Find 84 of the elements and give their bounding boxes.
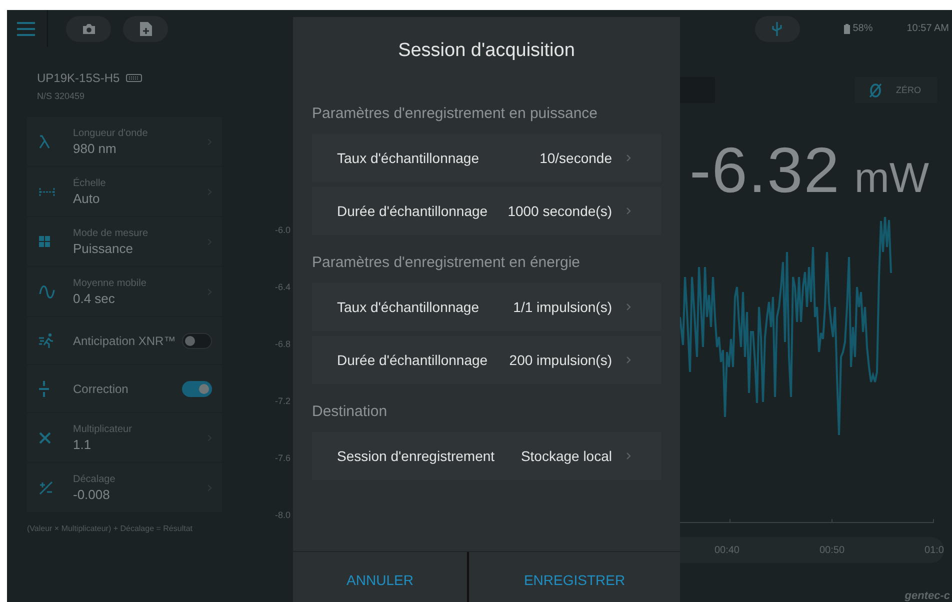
chevron-icon bbox=[626, 452, 631, 460]
zero-icon bbox=[869, 82, 882, 98]
setting-label: Anticipation XNR™ bbox=[73, 334, 177, 348]
setting-item[interactable]: Mode de mesure Puissance bbox=[27, 217, 222, 266]
setting-value: 1.1 bbox=[73, 436, 92, 452]
setting-item[interactable]: Correction bbox=[27, 365, 222, 412]
wave-icon bbox=[39, 284, 55, 298]
row-label: Durée d'échantillonnage bbox=[337, 203, 489, 219]
setting-item[interactable]: Multiplicateur 1.1 bbox=[27, 413, 222, 462]
toggle-switch[interactable] bbox=[182, 332, 212, 348]
row-label: Durée d'échantillonnage bbox=[337, 352, 489, 368]
setting-row[interactable]: Taux d'échantillonnage 1/1 impulsion(s) bbox=[312, 283, 661, 331]
section-heading: Paramètres d'enregistrement en énergie bbox=[312, 254, 582, 271]
row-value: 10/seconde bbox=[540, 150, 612, 166]
setting-label: Multiplicateur bbox=[73, 424, 133, 434]
chevron-icon bbox=[626, 303, 631, 311]
setting-row[interactable]: Taux d'échantillonnage 10/seconde bbox=[312, 134, 661, 182]
serial-number: N/S 320459 bbox=[36, 91, 86, 101]
x-tick-label: 00:40 bbox=[714, 544, 740, 556]
setting-row[interactable]: Durée d'échantillonnage 1000 seconde(s) bbox=[312, 187, 661, 235]
x-tick-label: 01:0 bbox=[924, 544, 944, 556]
setting-label: Longueur d'onde bbox=[73, 128, 149, 138]
runner-icon bbox=[39, 332, 55, 348]
setting-label: Mode de mesure bbox=[73, 228, 150, 238]
brand-logo: gentec-c bbox=[904, 590, 950, 602]
y-tick-label: -7.6 bbox=[275, 452, 292, 465]
y-tick-label: -6.0 bbox=[275, 224, 292, 237]
battery-icon bbox=[844, 24, 850, 34]
setting-item[interactable]: Décalage -0.008 bbox=[27, 463, 222, 512]
device-model: UP19K-15S-H5 bbox=[37, 71, 120, 85]
battery-level: 58% bbox=[852, 23, 873, 34]
y-tick-label: -6.8 bbox=[275, 338, 292, 351]
section-heading: Destination bbox=[312, 403, 388, 420]
multiply-icon bbox=[39, 432, 51, 444]
setting-item[interactable]: Échelle Auto bbox=[27, 167, 222, 216]
usb-button[interactable] bbox=[754, 16, 800, 42]
row-value: 1/1 impulsion(s) bbox=[513, 299, 612, 315]
grid-icon bbox=[39, 236, 50, 247]
setting-item[interactable]: Anticipation XNR™ bbox=[27, 317, 222, 364]
reading-value: -6.32 bbox=[689, 133, 840, 207]
chevron-icon bbox=[626, 356, 631, 364]
setting-label: Moyenne mobile bbox=[73, 278, 148, 288]
menu-icon[interactable] bbox=[17, 22, 35, 36]
setting-label: Décalage bbox=[73, 474, 116, 484]
setting-item[interactable]: Longueur d'onde 980 nm bbox=[27, 117, 222, 166]
y-tick-label: -8.0 bbox=[275, 509, 292, 522]
camera-icon bbox=[82, 22, 96, 34]
range-icon bbox=[39, 188, 55, 196]
setting-value: 980 nm bbox=[73, 140, 118, 156]
setting-value: -0.008 bbox=[73, 486, 111, 502]
setting-row[interactable]: Durée d'échantillonnage 200 impulsion(s) bbox=[312, 336, 661, 384]
usb-icon bbox=[772, 20, 782, 36]
lambda-icon bbox=[39, 134, 50, 148]
plus-minus-icon bbox=[39, 480, 53, 494]
camera-button[interactable] bbox=[66, 16, 111, 42]
row-label: Taux d'échantillonnage bbox=[337, 299, 480, 315]
row-label: Session d'enregistrement bbox=[337, 448, 496, 464]
setting-row[interactable]: Session d'enregistrement Stockage local bbox=[312, 432, 661, 480]
toggle-switch[interactable] bbox=[182, 380, 212, 396]
section-heading: Paramètres d'enregistrement en puissance bbox=[312, 105, 599, 122]
setting-value: Auto bbox=[73, 190, 101, 206]
divide-icon bbox=[39, 380, 49, 396]
row-value: Stockage local bbox=[520, 448, 612, 464]
row-value: 200 impulsion(s) bbox=[509, 352, 612, 368]
new-file-button[interactable] bbox=[123, 16, 168, 42]
clock-time: 10:57 AM bbox=[906, 23, 949, 34]
dialog-title: Session d'acquisition bbox=[398, 40, 575, 62]
y-tick-label: -6.4 bbox=[275, 281, 292, 294]
setting-value: 0.4 sec bbox=[73, 290, 116, 306]
row-label: Taux d'échantillonnage bbox=[337, 150, 480, 166]
setting-label: Échelle bbox=[73, 178, 107, 188]
x-tick-label: 00:50 bbox=[820, 544, 845, 556]
reading-unit: mW bbox=[854, 154, 929, 202]
setting-item[interactable]: Moyenne mobile 0.4 sec bbox=[27, 267, 222, 316]
chevron-icon bbox=[626, 154, 631, 162]
keyboard-icon bbox=[126, 74, 142, 82]
new-file-icon bbox=[140, 22, 152, 36]
setting-label: Correction bbox=[73, 382, 130, 396]
chevron-icon bbox=[626, 207, 631, 215]
zero-button[interactable]: ZÉRO bbox=[855, 77, 937, 103]
setting-value: Puissance bbox=[73, 240, 134, 256]
formula-text: (Valeur × Multiplicateur) + Décalage = Résultat bbox=[27, 524, 194, 533]
y-tick-label: -7.2 bbox=[275, 395, 292, 408]
row-value: 1000 seconde(s) bbox=[508, 203, 612, 219]
